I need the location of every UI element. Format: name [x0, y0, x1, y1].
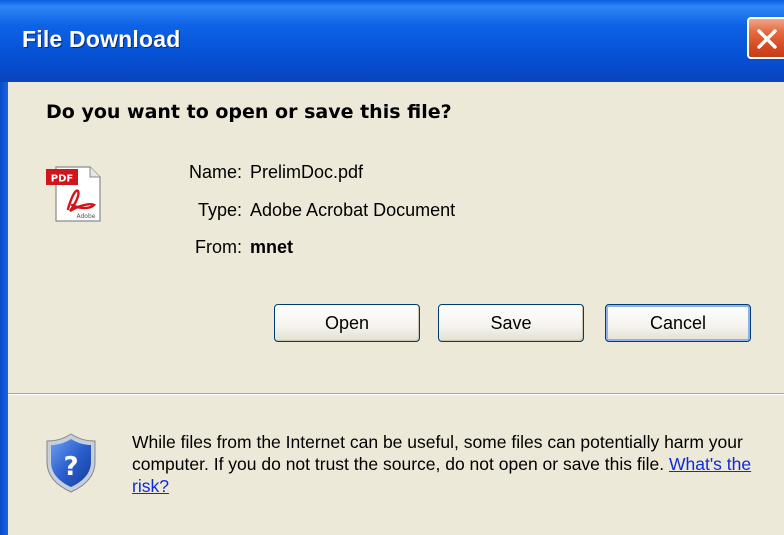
dialog-question: Do you want to open or save this file? — [46, 101, 452, 123]
file-source: mnet — [250, 237, 294, 257]
file-name: PrelimDoc.pdf — [250, 162, 364, 182]
open-button[interactable]: Open — [274, 304, 420, 342]
cancel-button[interactable]: Cancel — [605, 304, 751, 342]
dialog-body: Do you want to open or save this file? P… — [8, 82, 784, 535]
type-label: Type: — [197, 200, 242, 220]
security-warning: While files from the Internet can be use… — [132, 431, 772, 497]
close-button[interactable] — [747, 17, 784, 59]
file-type: Adobe Acrobat Document — [250, 200, 456, 220]
name-label: Name: — [188, 162, 242, 182]
svg-text:?: ? — [63, 452, 78, 482]
security-shield-icon: ? — [46, 433, 96, 493]
svg-text:PDF: PDF — [51, 174, 73, 185]
title-bar[interactable]: File Download — [0, 0, 784, 82]
window-title: File Download — [22, 26, 181, 52]
pdf-file-icon: PDF Adobe — [46, 166, 101, 222]
save-button[interactable]: Save — [438, 304, 584, 342]
svg-text:Adobe: Adobe — [77, 213, 96, 220]
warning-text: While files from the Internet can be use… — [132, 432, 743, 474]
from-label: From: — [195, 237, 242, 257]
divider-highlight — [8, 394, 784, 395]
window-frame — [0, 82, 8, 535]
close-icon — [757, 29, 777, 49]
